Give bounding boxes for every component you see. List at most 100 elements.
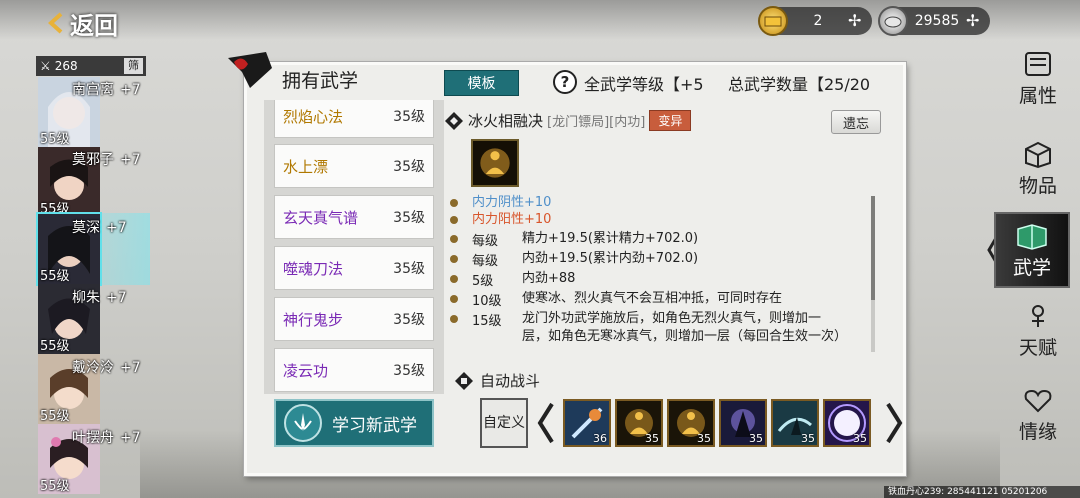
add-gold-button[interactable]: ✢ (848, 13, 864, 29)
nav-tab-relations[interactable]: 情缘 (1000, 376, 1076, 452)
effect-row: 内力阴性+10 (444, 194, 551, 212)
filter-button[interactable]: 筛 (124, 58, 143, 74)
effect-text: 内劲+88 (522, 271, 576, 286)
scroll-icon (1025, 51, 1051, 76)
effect-row: 每级 精力+19.5(累计精力+702.0) (444, 230, 698, 249)
effect-level: 10级 (472, 294, 502, 309)
silver-ingot-icon (878, 6, 908, 36)
forget-button[interactable]: 遗忘 (831, 110, 881, 134)
skill-name: 凌云功 (283, 361, 329, 380)
total-level-stat: 全武学等级【+5 (584, 75, 704, 94)
skill-item[interactable]: 神行鬼步 35级 (274, 297, 434, 341)
character-bonus: +7 (120, 430, 141, 446)
back-button[interactable]: 返回 (48, 6, 118, 40)
effects-scrollbar[interactable] (871, 196, 875, 352)
skill-detail-header: 冰火相融决 [龙门镖局][内功] 变异 (444, 110, 692, 131)
slot-level: 35 (749, 432, 763, 445)
skill-item[interactable]: 烈焰心法 35级 (274, 100, 434, 138)
skill-name: 水上漂 (283, 157, 329, 176)
auto-battle-header: 自动战斗 (454, 370, 540, 391)
skill-detail-name: 冰火相融决 (468, 112, 544, 130)
talent-icon (1032, 304, 1044, 327)
battle-skill-slot[interactable]: 35 (823, 399, 871, 447)
character-name: 莫邪子 +7 (72, 152, 141, 168)
chevron-right-icon[interactable] (884, 402, 904, 444)
skill-level: 35级 (393, 312, 425, 328)
gold-amount: 2 (813, 13, 823, 29)
effect-level: 每级 (472, 254, 499, 269)
skill-list[interactable]: 烈焰心法 35级 水上漂 35级 玄天真气谱 35级 噬魂刀法 35级 神行鬼步 35级 … (264, 100, 444, 394)
character-name: 柳朱 +7 (72, 290, 127, 306)
effect-text: 使寒冰、烈火真气不会互相冲抵，可同时存在 (522, 291, 783, 306)
diamond-bullet-icon (445, 111, 463, 130)
skill-effects-list[interactable]: 内力阴性+10 内力阳性+10 每级 精力+19.5(累计精力+702.0) 每级… (444, 194, 864, 354)
skill-item[interactable]: 水上漂 35级 (274, 144, 434, 188)
effect-row: 15级 龙门外功武学施放后，如角色无烈火真气，则增加一层，如角色无寒冰真气，则增加… (444, 310, 848, 346)
effect-text: 内力阴性+10 (472, 195, 552, 210)
battle-skill-slot[interactable]: 35 (667, 399, 715, 447)
panel-title: 拥有武学 (282, 70, 359, 92)
effect-level: 每级 (472, 234, 499, 249)
silver-currency: 29585 ✢ (878, 6, 990, 36)
book-icon (1017, 223, 1047, 250)
battle-skill-slot[interactable]: 35 (615, 399, 663, 447)
effect-level: 5级 (472, 274, 494, 289)
skill-level: 35级 (393, 210, 425, 226)
nav-tab-items[interactable]: 物品 (1000, 130, 1076, 206)
skill-detail-tags: [龙门镖局][内功] (547, 115, 646, 130)
nav-label: 天赋 (1018, 336, 1057, 359)
effect-text: 内力阳性+10 (472, 212, 552, 227)
skill-level: 35级 (393, 159, 425, 175)
slot-level: 36 (593, 432, 607, 445)
nav-label: 物品 (1018, 174, 1057, 197)
nav-tab-talents[interactable]: 天赋 (1000, 292, 1076, 368)
skill-level: 35级 (393, 109, 425, 125)
learn-new-skill-button[interactable]: 学习新武学 (274, 399, 434, 447)
learn-new-skill-label: 学习新武学 (332, 415, 417, 436)
effect-text: 龙门外功武学施放后，如角色无烈火真气，则增加一层，如角色无寒冰真气，则增加一层（… (522, 311, 848, 344)
mutation-badge: 变异 (649, 110, 692, 131)
character-level: 55级 (40, 339, 70, 354)
character-bonus: +7 (106, 220, 127, 236)
chevron-left-icon[interactable] (536, 402, 556, 444)
character-bonus: +7 (120, 82, 141, 98)
nav-tab-attributes[interactable]: 属性 (1000, 40, 1076, 116)
skill-item[interactable]: 噬魂刀法 35级 (274, 246, 434, 290)
gold-currency: 2 ✢ (758, 6, 872, 36)
character-level: 55级 (40, 132, 70, 147)
template-button[interactable]: 模板 (444, 70, 519, 96)
skill-item[interactable]: 玄天真气谱 35级 (274, 195, 434, 239)
effect-level: 15级 (472, 314, 502, 329)
slot-level: 35 (697, 432, 711, 445)
skill-name: 玄天真气谱 (283, 208, 359, 227)
auto-battle-label: 自动战斗 (480, 372, 541, 390)
slot-level: 35 (645, 432, 659, 445)
custom-battle-button[interactable]: 自定义 (480, 398, 528, 448)
character-name: 戴泠泠 +7 (72, 360, 141, 376)
battle-skill-slot[interactable]: 35 (771, 399, 819, 447)
skill-name: 噬魂刀法 (283, 259, 344, 278)
meditation-skill-icon (471, 139, 519, 187)
nav-label: 武学 (1012, 256, 1051, 279)
gold-ingot-icon (758, 6, 788, 36)
sword-wing-icon (284, 404, 322, 442)
help-icon[interactable]: ? (553, 70, 577, 94)
slot-level: 35 (853, 432, 867, 445)
character-bonus: +7 (120, 360, 141, 376)
character-bonus: +7 (106, 290, 127, 306)
character-level: 55级 (40, 269, 70, 284)
nav-tab-martial-arts[interactable]: 武学 (994, 212, 1070, 288)
character-name: 南宫离 +7 (72, 82, 141, 98)
add-silver-button[interactable]: ✢ (966, 13, 982, 29)
nav-label: 属性 (1018, 84, 1057, 107)
character-level: 55级 (40, 479, 70, 494)
character-bonus: +7 (120, 152, 141, 168)
skill-level: 35级 (393, 261, 425, 277)
battle-skill-slot[interactable]: 36 (563, 399, 611, 447)
brush-emblem-icon (228, 52, 272, 88)
box-icon (1025, 141, 1051, 168)
effect-row: 10级 使寒冰、烈火真气不会互相冲抵，可同时存在 (444, 290, 782, 309)
battle-skill-slot[interactable]: 35 (719, 399, 767, 447)
skill-name: 烈焰心法 (283, 107, 344, 126)
skill-item[interactable]: 凌云功 35级 (274, 348, 434, 392)
